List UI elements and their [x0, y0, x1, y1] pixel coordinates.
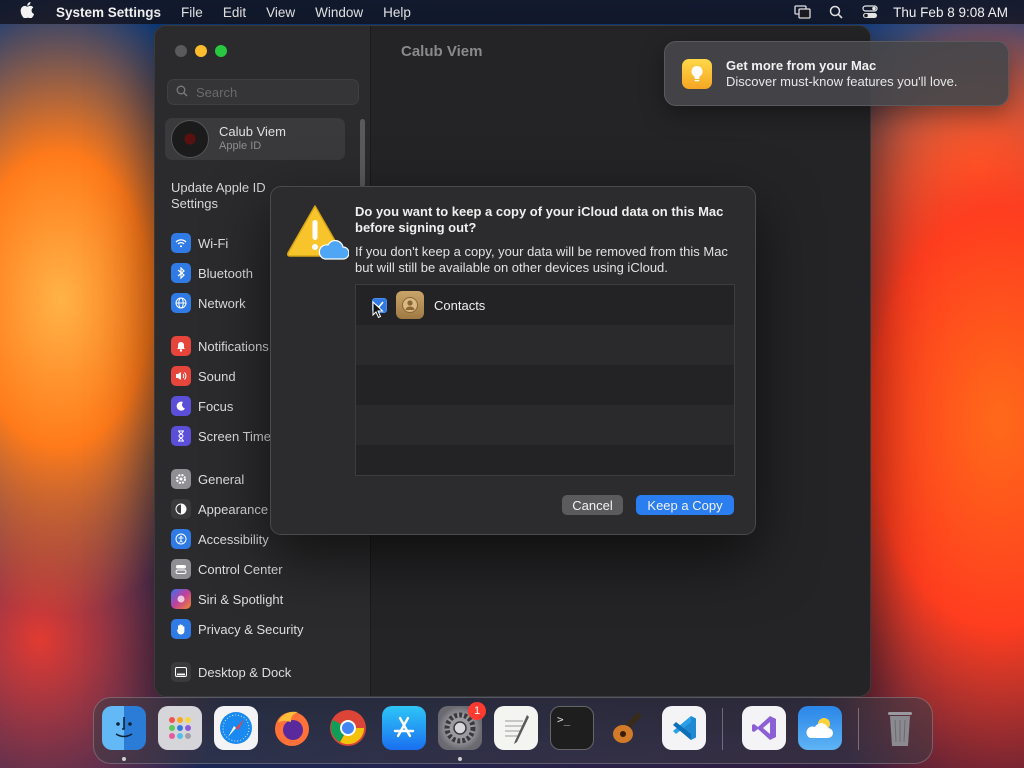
screen-mirroring-icon[interactable]	[793, 5, 811, 19]
menu-file[interactable]: File	[171, 5, 213, 20]
firefox-icon[interactable]	[270, 706, 314, 750]
control-center-icon[interactable]	[861, 5, 879, 19]
zoom-button[interactable]	[215, 45, 227, 57]
control-center-icon	[171, 559, 191, 579]
moon-icon	[171, 396, 191, 416]
sidebar-item-siri-spotlight[interactable]: Siri & Spotlight	[171, 588, 371, 610]
notification-title: Get more from your Mac	[726, 57, 877, 73]
list-row-empty	[356, 365, 734, 405]
sidebar-item-label: General	[198, 471, 245, 487]
update-apple-id-settings[interactable]: Update Apple ID Settings	[171, 180, 281, 212]
notification-banner[interactable]: Get more from your Mac Discover must-kno…	[664, 41, 1009, 106]
sidebar-item-label: Siri & Spotlight	[198, 591, 284, 607]
menu-view[interactable]: View	[256, 5, 305, 20]
weather-icon[interactable]	[798, 706, 842, 750]
sidebar-item-label: Desktop & Dock	[198, 664, 292, 680]
notification-body: Discover must-know features you'll love.	[726, 73, 958, 89]
textedit-icon[interactable]	[494, 706, 538, 750]
bluetooth-icon	[171, 263, 191, 283]
appearance-icon	[171, 499, 191, 519]
list-row-empty	[356, 445, 734, 475]
vscode-icon[interactable]	[662, 706, 706, 750]
menu-bar: System Settings File Edit View Window He…	[0, 0, 1024, 24]
minimize-button[interactable]	[195, 45, 207, 57]
hourglass-icon	[171, 426, 191, 446]
speaker-icon	[171, 366, 191, 386]
siri-icon	[171, 589, 191, 609]
sidebar-item-label: Network	[198, 295, 246, 311]
dock-icon	[171, 662, 191, 682]
warning-icloud-icon	[285, 203, 350, 261]
sidebar-item-label: Privacy & Security	[198, 621, 304, 637]
data-list: Contacts	[355, 284, 735, 476]
spotlight-search-icon[interactable]	[827, 5, 845, 19]
list-row-empty	[356, 405, 734, 445]
gear-icon	[171, 469, 191, 489]
garageband-icon[interactable]	[606, 706, 650, 750]
hand-icon	[171, 619, 191, 639]
sidebar-item-label: Appearance	[198, 501, 269, 517]
sidebar-item-label: Bluetooth	[198, 265, 253, 281]
dialog-title: Do you want to keep a copy of your iClou…	[355, 204, 724, 235]
chrome-icon[interactable]	[326, 706, 370, 750]
sidebar-item-label: Screen Time	[198, 428, 271, 444]
close-button[interactable]	[175, 45, 187, 57]
finder-icon[interactable]	[102, 706, 146, 750]
dock-separator	[858, 708, 859, 750]
finder-running-dot	[122, 757, 126, 761]
dock-separator	[722, 708, 723, 750]
menu-window[interactable]: Window	[305, 5, 373, 20]
app-store-icon[interactable]	[382, 706, 426, 750]
accessibility-icon	[171, 529, 191, 549]
menu-help[interactable]: Help	[373, 5, 421, 20]
sidebar-item-label: Wi-Fi	[198, 235, 229, 251]
sidebar-item-label: Notifications	[198, 338, 269, 354]
sidebar-scrollbar[interactable]	[360, 119, 365, 187]
search-icon	[176, 85, 188, 100]
page-title: Calub Viem	[401, 43, 483, 60]
sidebar-item-desktop-dock[interactable]: Desktop & Dock	[171, 661, 371, 683]
apple-menu-icon[interactable]	[0, 2, 46, 22]
account-name: Calub Viem	[219, 124, 286, 139]
dock: >_	[93, 697, 933, 764]
sidebar-search[interactable]	[167, 79, 359, 105]
menu-app-name[interactable]: System Settings	[46, 5, 171, 20]
sidebar-item-label: Focus	[198, 398, 234, 414]
launchpad-icon[interactable]	[158, 706, 202, 750]
safari-icon[interactable]	[214, 706, 258, 750]
menu-clock[interactable]: Thu Feb 8 9:08 AM	[887, 5, 1008, 20]
dialog-message: If you don't keep a copy, your data will…	[355, 244, 728, 275]
settings-running-dot	[458, 757, 462, 761]
sidebar-item-control-center[interactable]: Control Center	[171, 558, 371, 580]
sidebar-item-label: Accessibility	[198, 531, 269, 547]
account-subtitle: Apple ID	[219, 140, 262, 152]
search-input[interactable]	[194, 83, 348, 101]
list-item-label: Contacts	[434, 297, 486, 313]
bell-icon	[171, 336, 191, 356]
trash-icon[interactable]	[878, 706, 922, 750]
lightbulb-icon	[682, 58, 712, 89]
sidebar-item-privacy-security[interactable]: Privacy & Security	[171, 618, 371, 640]
sidebar-item-label: Sound	[198, 368, 236, 384]
list-row-empty	[356, 325, 734, 365]
terminal-icon[interactable]: >_	[550, 706, 594, 750]
keep-a-copy-button[interactable]: Keep a Copy	[636, 495, 734, 515]
list-item[interactable]: Contacts	[356, 285, 734, 325]
mouse-pointer-icon	[372, 300, 384, 324]
menu-edit[interactable]: Edit	[213, 5, 256, 20]
avatar	[171, 120, 209, 158]
wifi-icon	[171, 233, 191, 253]
sidebar-item-label: Control Center	[198, 561, 283, 577]
globe-icon	[171, 293, 191, 313]
cancel-button[interactable]: Cancel	[562, 495, 623, 515]
contacts-app-icon	[396, 291, 424, 319]
keep-icloud-copy-dialog: Do you want to keep a copy of your iClou…	[270, 186, 756, 535]
window-controls	[175, 45, 227, 57]
visual-studio-icon[interactable]	[742, 706, 786, 750]
apple-id-account[interactable]: Calub Viem Apple ID	[165, 118, 345, 160]
settings-notification-badge: 1	[468, 702, 486, 720]
